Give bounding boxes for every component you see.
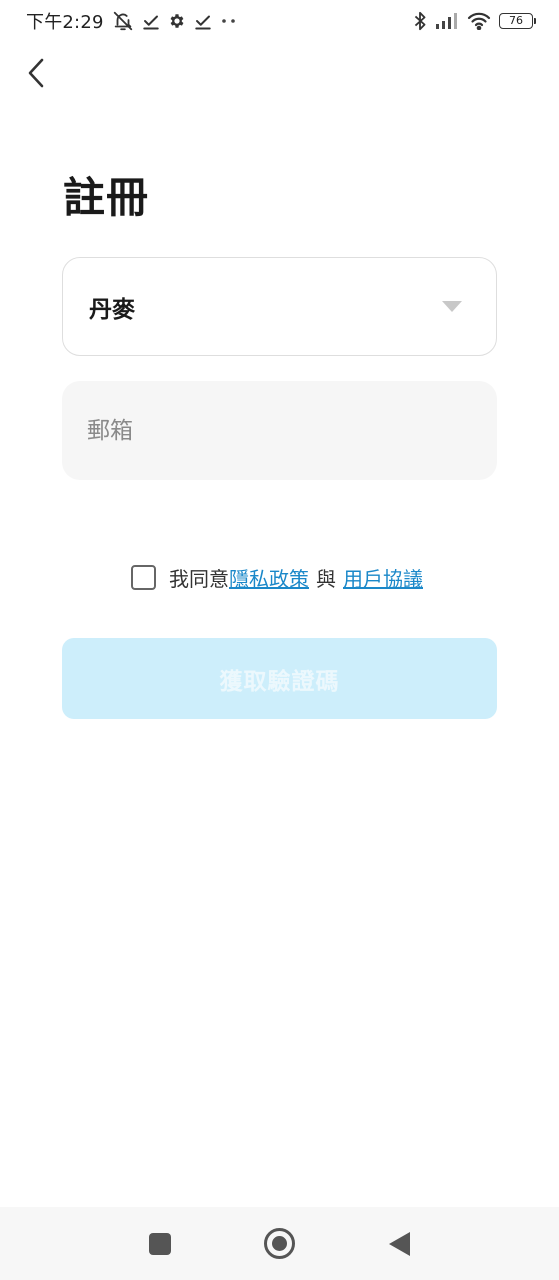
battery-icon: 76 — [499, 13, 536, 29]
country-select[interactable]: 丹麥 — [62, 257, 497, 356]
system-back-button[interactable] — [379, 1224, 419, 1264]
back-button[interactable] — [20, 54, 52, 92]
bluetooth-icon — [413, 11, 427, 31]
agreement-conjunction: 與 — [316, 566, 336, 591]
check-download-icon — [142, 12, 160, 30]
recents-square-icon — [149, 1232, 171, 1255]
caret-down-icon — [442, 301, 462, 312]
bell-mute-icon — [112, 10, 134, 32]
gear-icon — [168, 12, 186, 30]
signal-icon — [435, 13, 459, 29]
wifi-icon — [467, 12, 491, 30]
country-value: 丹麥 — [89, 296, 135, 323]
agreement-row: 我同意 隱私政策 與 用戶協議 — [131, 563, 423, 591]
status-time: 下午2:29 — [26, 12, 104, 33]
status-left: 下午2:29 — [26, 8, 238, 34]
home-button[interactable] — [260, 1224, 300, 1264]
back-triangle-icon — [388, 1231, 410, 1256]
home-circle-dot — [272, 1236, 287, 1251]
register-screen: 下午2:29 76 註冊 丹麥 郵箱 我同意 隱私政策 與 用戶協議 獲取驗證碼 — [0, 0, 559, 1280]
chevron-left-icon — [28, 58, 44, 88]
more-dots-icon — [220, 16, 238, 26]
agreement-checkbox[interactable] — [131, 564, 156, 590]
email-input[interactable] — [62, 381, 497, 480]
status-right: 76 — [413, 11, 536, 31]
home-circle-icon — [264, 1228, 295, 1259]
recents-button[interactable] — [140, 1224, 180, 1264]
page-title: 註冊 — [63, 173, 150, 222]
privacy-policy-link[interactable]: 隱私政策 — [229, 563, 309, 592]
agreement-prefix: 我同意 — [169, 566, 229, 591]
navigation-bar — [0, 1207, 559, 1280]
status-bar: 下午2:29 76 — [0, 0, 559, 42]
check-download-icon — [194, 12, 212, 30]
get-verification-code-button[interactable]: 獲取驗證碼 — [62, 638, 497, 719]
terms-link[interactable]: 用戶協議 — [343, 563, 423, 592]
